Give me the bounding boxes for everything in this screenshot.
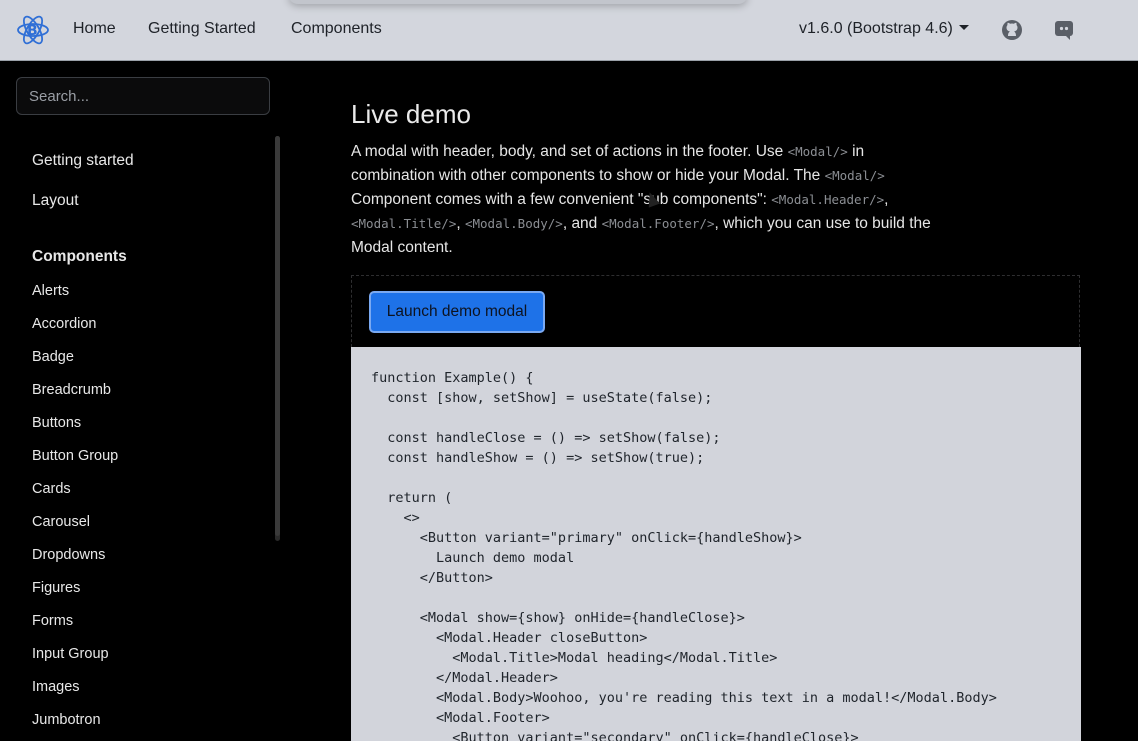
inline-code: <Modal.Footer/> xyxy=(601,216,715,231)
section-title: Live demo xyxy=(351,99,471,129)
svg-text:B: B xyxy=(27,23,38,39)
sidebar-item-figures[interactable]: Figures xyxy=(32,580,80,596)
inline-code: <Modal.Header/> xyxy=(771,192,885,207)
sidebar-item-images[interactable]: Images xyxy=(32,679,80,695)
code-text[interactable]: function Example() { const [show, setSho… xyxy=(371,368,997,741)
desc-text: Component comes with a few convenient "s… xyxy=(351,191,772,208)
sidebar-item-buttons[interactable]: Buttons xyxy=(32,415,81,431)
sidebar-item-breadcrumb[interactable]: Breadcrumb xyxy=(32,382,111,398)
desc-text: A modal with header, body, and set of ac… xyxy=(351,143,788,160)
nav-link-components[interactable]: Components xyxy=(291,20,382,38)
desc-text: , xyxy=(456,215,465,232)
inline-code: <Modal.Title/> xyxy=(351,216,457,231)
code-editor[interactable]: function Example() { const [show, setSho… xyxy=(351,347,1081,741)
desc-text: , xyxy=(884,191,889,208)
sidebar-item-input-group[interactable]: Input Group xyxy=(32,646,109,662)
sidebar: Getting started Layout Components Alerts… xyxy=(0,61,286,741)
inline-code: <Modal/> xyxy=(824,168,885,183)
sidebar-scrollbar[interactable] xyxy=(275,136,280,541)
discord-icon[interactable] xyxy=(1053,19,1075,41)
sidebar-scrollbar-thumb[interactable] xyxy=(275,136,280,536)
overlay-shadow xyxy=(288,0,748,4)
demo-preview: Launch demo modal xyxy=(351,275,1080,347)
inline-code: <Modal.Body/> xyxy=(464,216,563,231)
react-bootstrap-logo-icon[interactable]: B xyxy=(16,13,50,47)
sidebar-item-getting-started[interactable]: Getting started xyxy=(32,152,134,170)
desc-text: , and xyxy=(562,215,602,232)
sidebar-heading-components[interactable]: Components xyxy=(32,248,127,266)
sidebar-item-forms[interactable]: Forms xyxy=(32,613,73,629)
inline-code: <Modal/> xyxy=(787,144,848,159)
version-dropdown[interactable]: v1.6.0 (Bootstrap 4.6) xyxy=(799,20,969,38)
launch-demo-modal-button[interactable]: Launch demo modal xyxy=(369,291,545,333)
search-input[interactable] xyxy=(16,77,270,115)
version-label: v1.6.0 (Bootstrap 4.6) xyxy=(799,20,953,37)
sidebar-item-layout[interactable]: Layout xyxy=(32,192,79,210)
top-navbar: B Home Getting Started Components v1.6.0… xyxy=(0,0,1138,61)
sidebar-item-carousel[interactable]: Carousel xyxy=(32,514,90,530)
sidebar-item-jumbotron[interactable]: Jumbotron xyxy=(32,712,101,728)
nav-link-home[interactable]: Home xyxy=(73,20,116,38)
caret-down-icon xyxy=(958,25,969,30)
sidebar-item-accordion[interactable]: Accordion xyxy=(32,316,96,332)
sidebar-item-cards[interactable]: Cards xyxy=(32,481,71,497)
nav-link-getting-started[interactable]: Getting Started xyxy=(148,20,256,38)
sidebar-item-alerts[interactable]: Alerts xyxy=(32,283,69,299)
sidebar-item-badge[interactable]: Badge xyxy=(32,349,74,365)
github-icon[interactable] xyxy=(1001,19,1023,41)
sidebar-item-button-group[interactable]: Button Group xyxy=(32,448,118,464)
sidebar-item-dropdowns[interactable]: Dropdowns xyxy=(32,547,105,563)
